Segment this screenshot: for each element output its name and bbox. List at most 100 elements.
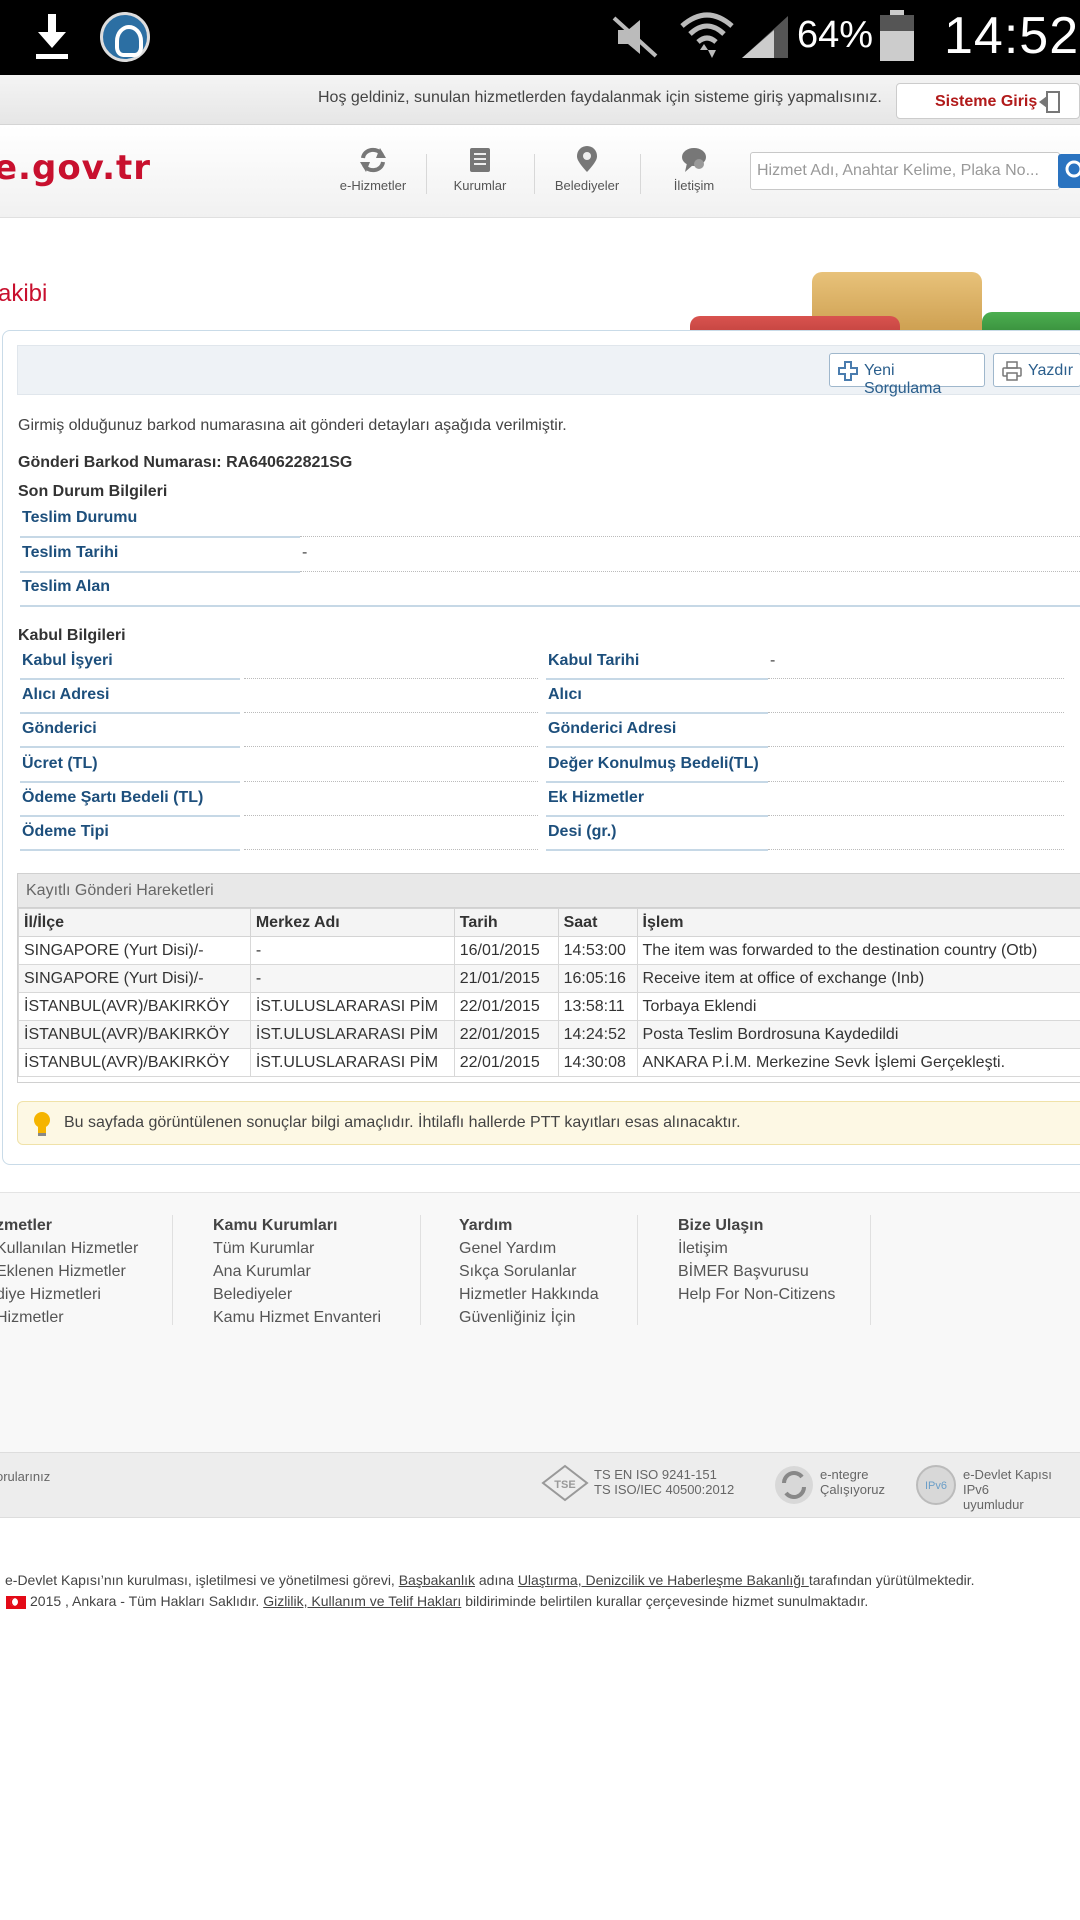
field-underline bbox=[546, 781, 768, 783]
table-cell: İST.ULUSLARARASI PİM bbox=[249, 992, 455, 1021]
privacy-link[interactable]: Gizlilik, Kullanım ve Telif Hakları bbox=[263, 1593, 461, 1609]
footer-link[interactable]: İletişim bbox=[678, 1237, 835, 1260]
movements-table: İl/İlçe Merkez Adı Tarih Saat İşlem SING… bbox=[18, 908, 1080, 1077]
legal-text: 2015 , Ankara - Tüm Hakları Saklıdır. bbox=[30, 1593, 264, 1609]
footer-column-institutions: Kamu Kurumları Tüm Kurumlar Ana Kurumlar… bbox=[213, 1217, 381, 1329]
footer-link[interactable]: Belediyeler bbox=[213, 1283, 381, 1306]
intro-text: Girmiş olduğunuz barkod numarasına ait g… bbox=[18, 417, 567, 434]
footer-link[interactable]: BİMER Başvurusu bbox=[678, 1260, 835, 1283]
footer-link[interactable]: Kullanılan Hizmetler bbox=[0, 1237, 138, 1260]
column-header: İşlem bbox=[636, 908, 1080, 937]
table-cell: İST.ULUSLARARASI PİM bbox=[249, 1048, 455, 1077]
nav-label: e-Hizmetler bbox=[339, 178, 407, 193]
tse-logo-text: TSE bbox=[554, 1479, 575, 1491]
field-underline bbox=[546, 712, 768, 714]
footer-link[interactable]: Güvenliğiniz İçin bbox=[459, 1306, 599, 1329]
shipment-details-panel: Yeni Sorgulama Yazdır Girmiş olduğunuz b… bbox=[2, 330, 1080, 1165]
nav-belediyeler[interactable]: Belediyeler bbox=[542, 146, 632, 193]
last-status-title: Son Durum Bilgileri bbox=[18, 483, 168, 500]
table-row: İSTANBUL(AVR)/BAKIRKÖY İST.ULUSLARARASI … bbox=[18, 992, 1080, 1021]
refresh-icon bbox=[360, 147, 386, 173]
search-button[interactable] bbox=[1058, 154, 1080, 188]
login-button[interactable]: Sisteme Giriş bbox=[896, 83, 1080, 119]
search-input[interactable]: Hizmet Adı, Anahtar Kelime, Plaka No... bbox=[750, 152, 1060, 190]
field-value-delivery-date: - bbox=[302, 544, 308, 561]
footer-link[interactable]: Kamu Hizmet Envanteri bbox=[213, 1306, 381, 1329]
print-label: Yazdır bbox=[1028, 362, 1074, 379]
table-cell: 14:24:52 bbox=[557, 1020, 638, 1049]
field-label-sender-address: Gönderici Adresi bbox=[548, 720, 677, 737]
field-underline bbox=[20, 781, 240, 783]
ipv6-icon: IPv6 bbox=[916, 1465, 956, 1505]
field-label-desi: Desi (gr.) bbox=[548, 823, 617, 840]
table-row: İSTANBUL(AVR)/BAKIRKÖY İST.ULUSLARARASI … bbox=[18, 1048, 1080, 1077]
table-cell: İSTANBUL(AVR)/BAKIRKÖY bbox=[18, 1048, 251, 1077]
field-underline bbox=[244, 849, 538, 850]
search-icon bbox=[1065, 160, 1080, 178]
e-ntegre-line: e-ntegre bbox=[820, 1467, 869, 1482]
footer-divider bbox=[420, 1215, 421, 1325]
field-label-payment-condition: Ödeme Şartı Bedeli (TL) bbox=[22, 789, 204, 806]
footer-cut-text: orularınız bbox=[0, 1469, 51, 1484]
footer-column-title: Bize Ulaşın bbox=[678, 1217, 764, 1234]
nav-divider bbox=[640, 154, 641, 194]
nav-e-hizmetler[interactable]: e-Hizmetler bbox=[328, 146, 418, 193]
table-cell: The item was forwarded to the destinatio… bbox=[636, 936, 1080, 965]
site-logo[interactable]: e.gov.tr bbox=[0, 148, 151, 188]
footer-divider bbox=[870, 1215, 871, 1325]
table-row: İSTANBUL(AVR)/BAKIRKÖY İST.ULUSLARARASI … bbox=[18, 1020, 1080, 1049]
table-cell: - bbox=[249, 936, 455, 965]
site-header: e.gov.tr e-Hizmetler Kurumlar Belediyele… bbox=[0, 126, 1080, 218]
footer-link[interactable]: Hizmetler Hakkında bbox=[459, 1283, 599, 1306]
footer-link[interactable]: Help For Non-Citizens bbox=[678, 1283, 835, 1306]
field-underline bbox=[20, 815, 240, 817]
table-cell: SINGAPORE (Yurt Disi)/- bbox=[18, 936, 251, 965]
field-underline bbox=[244, 746, 538, 747]
field-underline bbox=[300, 571, 1080, 572]
footer-link[interactable]: diye Hizmetleri bbox=[0, 1283, 138, 1306]
footer-link[interactable]: Hizmetler bbox=[0, 1306, 138, 1329]
movements-title: Kayıtlı Gönderi Hareketleri bbox=[18, 874, 1080, 908]
legal-notice: e-Devlet Kapısı’nın kurulması, işletilme… bbox=[0, 1570, 1080, 1612]
basbakanlik-link[interactable]: Başbakanlık bbox=[399, 1572, 475, 1588]
footer-link[interactable]: Tüm Kurumlar bbox=[213, 1237, 381, 1260]
footer-link[interactable]: Sıkça Sorulanlar bbox=[459, 1260, 599, 1283]
field-underline bbox=[244, 678, 538, 679]
footer-link[interactable]: Genel Yardım bbox=[459, 1237, 599, 1260]
field-underline bbox=[20, 536, 300, 538]
footer-link[interactable]: Eklenen Hizmetler bbox=[0, 1260, 138, 1283]
notice-text: Bu sayfada görüntülenen sonuçlar bilgi a… bbox=[64, 1114, 741, 1131]
field-underline bbox=[300, 536, 1080, 537]
footer-divider bbox=[637, 1215, 638, 1325]
footer-column-services: zmetler Kullanılan Hizmetler Eklenen Hiz… bbox=[0, 1217, 138, 1329]
field-underline bbox=[20, 571, 300, 573]
footer-column-title: Yardım bbox=[459, 1217, 513, 1234]
app-notification-icon bbox=[100, 12, 150, 62]
new-query-label: Yeni Sorgulama bbox=[864, 362, 942, 397]
field-underline bbox=[768, 781, 1064, 782]
print-button[interactable]: Yazdır bbox=[993, 353, 1080, 387]
nav-kurumlar[interactable]: Kurumlar bbox=[435, 146, 525, 193]
field-underline bbox=[768, 678, 1064, 679]
footer-link[interactable]: Ana Kurumlar bbox=[213, 1260, 381, 1283]
barcode-label: Gönderi Barkod Numarası: bbox=[18, 454, 222, 471]
nav-iletisim[interactable]: İletişim bbox=[649, 146, 739, 193]
table-cell: Torbaya Eklendi bbox=[636, 992, 1080, 1021]
table-cell: 16/01/2015 bbox=[453, 936, 559, 965]
new-query-button[interactable]: Yeni Sorgulama bbox=[829, 353, 985, 397]
table-cell: SINGAPORE (Yurt Disi)/- bbox=[18, 964, 251, 993]
shipment-movements: Kayıtlı Gönderi Hareketleri İl/İlçe Merk… bbox=[17, 873, 1080, 1083]
battery-icon bbox=[880, 10, 914, 61]
table-cell: 21/01/2015 bbox=[453, 964, 559, 993]
column-header: Merkez Adı bbox=[249, 908, 455, 937]
field-underline bbox=[768, 712, 1064, 713]
footer-column-contact: Bize Ulaşın İletişim BİMER Başvurusu Hel… bbox=[678, 1217, 835, 1306]
field-underline bbox=[768, 815, 1064, 816]
e-ntegre-line: Çalışıyoruz bbox=[820, 1482, 886, 1497]
barcode-line: Gönderi Barkod Numarası: RA640622821SG bbox=[18, 454, 352, 472]
field-underline bbox=[20, 746, 240, 748]
toolbar: Yeni Sorgulama Yazdır bbox=[17, 345, 1080, 397]
ministry-link[interactable]: Ulaştırma, Denizcilik ve Haberleşme Baka… bbox=[518, 1572, 809, 1588]
field-label-payment-type: Ödeme Tipi bbox=[22, 823, 109, 840]
legal-line-1: e-Devlet Kapısı’nın kurulması, işletilme… bbox=[0, 1570, 1080, 1591]
